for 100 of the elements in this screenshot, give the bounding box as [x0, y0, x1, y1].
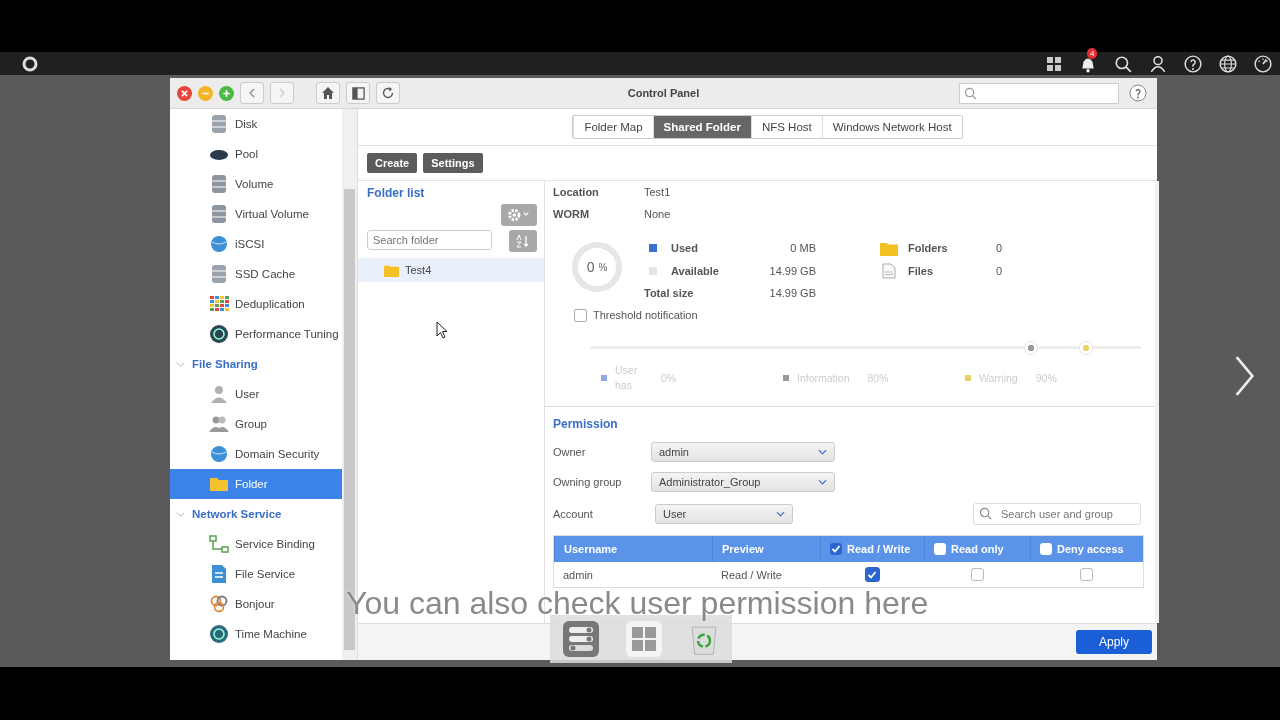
window-title: Control Panel [627, 87, 700, 99]
slider-thumb[interactable] [1023, 340, 1038, 355]
file-icon [880, 262, 898, 279]
search-user-field[interactable]: Search user and group [973, 503, 1141, 525]
caret-icon [818, 479, 827, 485]
apply-button[interactable]: Apply [1075, 630, 1152, 654]
video-caption: You can also check user permission here [346, 585, 929, 622]
refresh-button[interactable] [376, 82, 400, 104]
checkmark-icon [831, 544, 841, 554]
field-label: Account [553, 508, 594, 520]
sidebar-item[interactable]: Virtual Volume [170, 199, 342, 229]
home-button[interactable] [316, 82, 340, 104]
forward-button[interactable] [270, 82, 294, 104]
percent-sign: % [598, 261, 608, 273]
folder-list-title: Folder list [366, 185, 426, 200]
sidebar-category[interactable]: File Sharing [170, 349, 342, 379]
sidebar-item-icon [209, 234, 229, 254]
threshold-label: Threshold notification [593, 309, 698, 321]
owner-dropdown[interactable]: admin [651, 442, 835, 462]
sidebar-item-icon [209, 594, 229, 614]
sidebar-item-icon [209, 444, 229, 464]
count-label: Files [908, 264, 935, 277]
toggles-icon[interactable] [561, 619, 602, 659]
scrollbar[interactable] [1155, 181, 1159, 623]
sidebar-item[interactable]: User [170, 379, 342, 409]
threshold-checkbox[interactable] [574, 308, 587, 322]
caret-icon [776, 511, 785, 517]
field-label: Owning group [553, 476, 623, 488]
sidebar-item[interactable]: Pool [170, 139, 342, 169]
sidebar-item-icon [209, 264, 229, 284]
refresh-icon [381, 86, 395, 100]
count-label: Folders [908, 242, 949, 255]
apps-grid-icon[interactable] [1046, 55, 1062, 72]
close-icon[interactable] [177, 85, 192, 101]
folder-icon [384, 263, 399, 277]
column-checkbox[interactable] [830, 543, 842, 555]
chevron-down-icon [176, 359, 185, 369]
sidebar-item-icon [209, 294, 229, 314]
field-label: Location [553, 186, 600, 198]
globe-icon[interactable] [1219, 54, 1237, 73]
sort-icon [516, 234, 530, 248]
sidebar-item[interactable]: File Service [170, 559, 342, 589]
sidebar-item-icon [209, 114, 229, 134]
user-icon[interactable] [1149, 54, 1167, 73]
table-cell-text: Read / Write [720, 568, 783, 581]
sidebar-item[interactable]: Time Machine [170, 619, 342, 649]
field-value: None [644, 208, 671, 220]
column-checkbox[interactable] [934, 543, 946, 555]
app-logo-icon[interactable] [22, 55, 38, 72]
gauge-icon[interactable] [1254, 54, 1272, 73]
usage-percent: 0 [586, 259, 595, 275]
section-title: Permission [553, 417, 619, 431]
sidebar-item-icon [209, 384, 229, 404]
count-value: 0 [996, 264, 1003, 277]
mouse-cursor-icon [436, 321, 448, 339]
sidebar-item[interactable]: Group [170, 409, 342, 439]
usage-label: Total size [644, 287, 695, 300]
usage-label: Available [671, 264, 720, 277]
column-checkbox[interactable] [1040, 543, 1052, 555]
sidebar-item-icon [209, 624, 229, 644]
checkmark-icon [867, 569, 877, 580]
permission-checkbox[interactable] [970, 568, 984, 581]
maximize-icon[interactable] [219, 85, 234, 101]
gear-dropdown-button[interactable] [501, 204, 537, 226]
search-folder-field[interactable]: Search folder [367, 230, 492, 250]
sidebar-item-icon [209, 324, 229, 344]
toolbar-button[interactable]: Create [367, 153, 418, 173]
tab[interactable]: Shared Folder [652, 116, 751, 138]
usage-value: 14.99 GB [768, 287, 816, 300]
sidebar-item-icon [209, 534, 229, 554]
toolbar-button[interactable]: Settings [423, 153, 483, 173]
sidebar-item[interactable]: Performance Tuning [170, 319, 342, 349]
sidebar-item-icon [209, 414, 229, 434]
sidebar-category[interactable]: Network Service [170, 499, 342, 529]
sidebar-item[interactable]: Deduplication [170, 289, 342, 319]
sidebar-item-icon [209, 204, 229, 224]
slider-thumb[interactable] [1078, 340, 1093, 355]
sidebar-item[interactable]: Service Binding [170, 529, 342, 559]
folder-list-item[interactable]: Test4 [358, 258, 544, 282]
sort-button[interactable] [509, 230, 537, 252]
search-field[interactable] [959, 82, 1119, 104]
field-label: WORM [553, 208, 591, 220]
search-icon[interactable] [1114, 54, 1132, 73]
tab[interactable]: Windows Network Host [821, 116, 962, 138]
sidebar-item[interactable]: Bonjour [170, 589, 342, 619]
back-button[interactable] [240, 82, 264, 104]
sidebar-item[interactable]: Volume [170, 169, 342, 199]
sidebar-item[interactable]: iSCSI [170, 229, 342, 259]
sidebar-item[interactable]: Domain Security [170, 439, 342, 469]
usage-value: 0 MB [789, 242, 816, 255]
sidebar-item-icon [209, 174, 229, 194]
minimize-icon[interactable] [198, 85, 213, 101]
permission-checkbox[interactable] [864, 567, 880, 582]
sidebar-toggle-button[interactable] [346, 82, 370, 104]
sidebar-item[interactable]: Folder [170, 469, 342, 499]
sidebar-item[interactable]: SSD Cache [170, 259, 342, 289]
permission-checkbox[interactable] [1080, 568, 1093, 581]
account-dropdown[interactable]: User [655, 504, 793, 524]
sidebar-item[interactable]: Disk [170, 109, 342, 139]
owning-group-dropdown[interactable]: Administrator_Group [651, 472, 835, 492]
